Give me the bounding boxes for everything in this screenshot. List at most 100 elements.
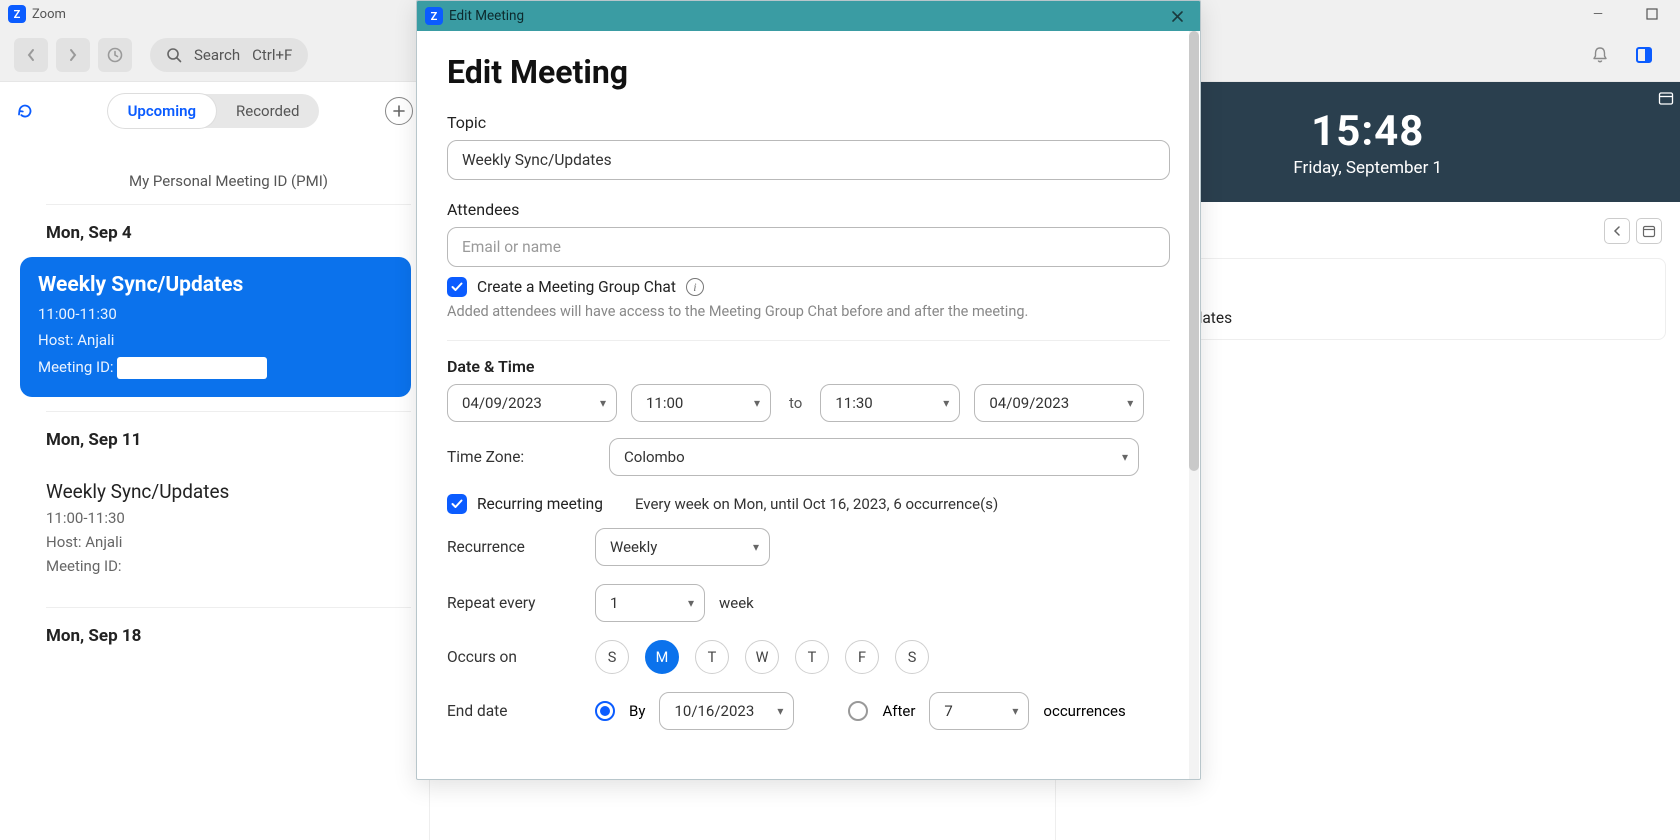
tab-recorded[interactable]: Recorded bbox=[216, 94, 319, 128]
dialog-heading: Edit Meeting bbox=[447, 53, 1170, 91]
recurrence-select[interactable]: Weekly ▾ bbox=[595, 528, 770, 566]
repeat-every-label: Repeat every bbox=[447, 594, 595, 612]
tab-upcoming[interactable]: Upcoming bbox=[108, 94, 216, 128]
date-header: Mon, Sep 18 bbox=[46, 626, 411, 646]
end-after-value: 7 bbox=[944, 702, 952, 720]
end-time-picker[interactable]: 11:30 ▾ bbox=[820, 384, 960, 422]
end-by-radio[interactable] bbox=[595, 701, 615, 721]
calendar-icon bbox=[1642, 224, 1656, 238]
dialog-scrollbar-thumb[interactable] bbox=[1189, 31, 1199, 471]
panel-toggle-button[interactable] bbox=[1630, 41, 1658, 69]
meeting-id-label: Meeting ID: bbox=[38, 358, 114, 376]
chevron-down-icon: ▾ bbox=[777, 704, 783, 718]
window-maximize-button[interactable] bbox=[1638, 0, 1666, 28]
chevron-left-icon bbox=[1613, 226, 1621, 236]
dialog-close-button[interactable] bbox=[1162, 1, 1192, 31]
panel-icon bbox=[1636, 47, 1652, 63]
end-by-date-picker[interactable]: 10/16/2023 ▾ bbox=[659, 692, 794, 730]
repeat-every-select[interactable]: 1 ▾ bbox=[595, 584, 705, 622]
start-date-picker[interactable]: 04/09/2023 ▾ bbox=[447, 384, 617, 422]
group-chat-help: Added attendees will have access to the … bbox=[447, 303, 1170, 320]
day-sat[interactable]: S bbox=[895, 640, 929, 674]
search-shortcut: Ctrl+F bbox=[252, 46, 292, 64]
info-icon[interactable]: i bbox=[686, 278, 704, 296]
date-header: Mon, Sep 11 bbox=[46, 430, 411, 450]
recurring-summary: Every week on Mon, until Oct 16, 2023, 6… bbox=[635, 495, 998, 513]
meeting-host: Host: Anjali bbox=[38, 331, 393, 349]
end-date-label: End date bbox=[447, 702, 595, 720]
agenda-prev-button[interactable] bbox=[1604, 218, 1630, 244]
chevron-down-icon: ▾ bbox=[753, 540, 759, 554]
start-time-value: 11:00 bbox=[646, 394, 683, 412]
chevron-down-icon: ▾ bbox=[754, 396, 760, 410]
pmi-label[interactable]: My Personal Meeting ID (PMI) bbox=[46, 172, 411, 190]
meeting-id-label: Meeting ID: bbox=[46, 557, 393, 575]
day-thu[interactable]: T bbox=[795, 640, 829, 674]
timezone-value: Colombo bbox=[624, 448, 685, 466]
meeting-id-redacted bbox=[117, 357, 267, 379]
attendees-label: Attendees bbox=[447, 200, 1170, 219]
meeting-time: 11:00-11:30 bbox=[38, 305, 393, 323]
recurring-label: Recurring meeting bbox=[477, 495, 603, 513]
new-meeting-button[interactable] bbox=[385, 97, 413, 125]
start-date-value: 04/09/2023 bbox=[462, 394, 542, 412]
divider bbox=[46, 204, 411, 205]
datetime-label: Date & Time bbox=[447, 357, 1170, 376]
meeting-item[interactable]: Weekly Sync/Updates 11:00-11:30 Host: An… bbox=[20, 464, 411, 593]
end-after-unit: occurrences bbox=[1043, 702, 1125, 720]
meeting-title: Weekly Sync/Updates bbox=[46, 480, 393, 503]
chevron-down-icon: ▾ bbox=[1012, 704, 1018, 718]
nav-forward-button[interactable] bbox=[56, 38, 90, 72]
search-box[interactable]: Search Ctrl+F bbox=[150, 38, 308, 72]
end-after-select[interactable]: 7 ▾ bbox=[929, 692, 1029, 730]
end-time-value: 11:30 bbox=[835, 394, 872, 412]
day-sun[interactable]: S bbox=[595, 640, 629, 674]
divider bbox=[46, 411, 411, 412]
day-fri[interactable]: F bbox=[845, 640, 879, 674]
chevron-down-icon: ▾ bbox=[688, 596, 694, 610]
refresh-button[interactable] bbox=[16, 102, 42, 120]
divider bbox=[46, 607, 411, 608]
refresh-icon bbox=[16, 102, 34, 120]
window-controls: — bbox=[1584, 0, 1676, 28]
topic-input[interactable] bbox=[447, 140, 1170, 180]
plus-icon bbox=[392, 104, 406, 118]
nav-history-button[interactable] bbox=[98, 38, 132, 72]
meetings-tabs: Upcoming Recorded bbox=[108, 94, 320, 128]
check-icon bbox=[451, 499, 463, 509]
day-wed[interactable]: W bbox=[745, 640, 779, 674]
bell-icon bbox=[1590, 45, 1610, 65]
recurring-checkbox[interactable] bbox=[447, 494, 467, 514]
zoom-app-icon: Z bbox=[425, 7, 443, 25]
nav-back-button[interactable] bbox=[14, 38, 48, 72]
repeat-every-value: 1 bbox=[610, 594, 618, 612]
dialog-title: Edit Meeting bbox=[449, 8, 524, 24]
app-name: Zoom bbox=[32, 7, 66, 22]
timezone-select[interactable]: Colombo ▾ bbox=[609, 438, 1139, 476]
day-picker: S M T W T F S bbox=[595, 640, 1170, 674]
end-after-radio[interactable] bbox=[848, 701, 868, 721]
end-by-value: 10/16/2023 bbox=[674, 702, 754, 720]
start-time-picker[interactable]: 11:00 ▾ bbox=[631, 384, 771, 422]
end-after-label: After bbox=[882, 702, 915, 720]
attendees-input[interactable] bbox=[447, 227, 1170, 267]
notifications-button[interactable] bbox=[1586, 41, 1614, 69]
close-icon bbox=[1171, 10, 1184, 23]
meeting-time: 11:00-11:30 bbox=[46, 509, 393, 527]
recurrence-value: Weekly bbox=[610, 538, 657, 556]
group-chat-checkbox[interactable] bbox=[447, 277, 467, 297]
calendar-add-icon[interactable] bbox=[1658, 90, 1676, 108]
meeting-item-selected[interactable]: Weekly Sync/Updates 11:00-11:30 Host: An… bbox=[20, 257, 411, 397]
recurrence-label: Recurrence bbox=[447, 538, 595, 556]
end-date-value: 04/09/2023 bbox=[989, 394, 1069, 412]
check-icon bbox=[451, 282, 463, 292]
window-minimize-button[interactable]: — bbox=[1584, 0, 1612, 28]
day-tue[interactable]: T bbox=[695, 640, 729, 674]
agenda-calendar-button[interactable] bbox=[1636, 218, 1662, 244]
divider bbox=[447, 340, 1170, 341]
dialog-titlebar: Z Edit Meeting bbox=[417, 1, 1200, 31]
chevron-down-icon: ▾ bbox=[600, 396, 606, 410]
end-date-picker[interactable]: 04/09/2023 ▾ bbox=[974, 384, 1144, 422]
to-label: to bbox=[785, 394, 806, 412]
day-mon[interactable]: M bbox=[645, 640, 679, 674]
